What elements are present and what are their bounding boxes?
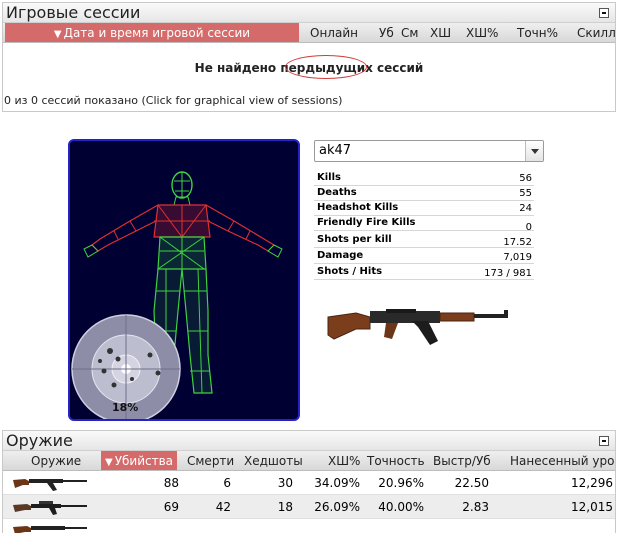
column-session-datetime[interactable]: ▼ Дата и время игровой сессии bbox=[5, 23, 299, 42]
sessions-count-line: 0 из 0 сессий показано (Click for graphi… bbox=[4, 94, 342, 107]
collapse-sessions-icon[interactable] bbox=[599, 8, 609, 18]
column-headshots[interactable]: Хедшоты bbox=[244, 451, 303, 470]
column-accuracy[interactable]: Точн% bbox=[517, 23, 558, 42]
rifle-weapon-icon bbox=[13, 526, 87, 533]
cell-headshots: 30 bbox=[277, 476, 293, 490]
weapon-select-value: ak47 bbox=[319, 143, 352, 158]
stat-label: Deaths bbox=[317, 187, 357, 198]
cell-damage: 12,015 bbox=[571, 500, 613, 514]
cell-hs-percent: 34.09% bbox=[314, 476, 360, 490]
sessions-title: Игровые сессии bbox=[6, 3, 141, 22]
table-row[interactable]: 88 6 30 34.09% 20.96% 22.50 12,296 bbox=[3, 471, 615, 495]
stat-label: Friendly Fire Kills bbox=[317, 217, 416, 228]
sort-desc-icon: ▼ bbox=[104, 457, 113, 468]
column-kills[interactable]: ▼ Убийства bbox=[101, 451, 177, 470]
sessions-table-header: ▼ Дата и время игровой сессии Онлайн Уб С… bbox=[3, 23, 615, 43]
ak47-weapon-icon bbox=[13, 479, 87, 491]
stat-label: Shots / Hits bbox=[317, 266, 383, 277]
stat-value: 17.52 bbox=[503, 237, 532, 248]
column-headshots[interactable]: ХШ bbox=[430, 23, 451, 42]
sort-desc-icon: ▼ bbox=[53, 29, 62, 40]
column-weapon[interactable]: Оружие bbox=[31, 451, 81, 470]
table-row-partial[interactable] bbox=[3, 519, 615, 533]
column-hs-percent[interactable]: ХШ% bbox=[466, 23, 498, 42]
stat-row-deaths: Deaths 55 bbox=[314, 186, 534, 201]
hitbox-model: 18% bbox=[68, 139, 300, 421]
cell-shots-per-kill: 2.83 bbox=[462, 500, 489, 514]
stat-row-shots-hits: Shots / Hits 173 / 981 bbox=[314, 265, 534, 280]
red-circle-annotation bbox=[285, 55, 367, 79]
stat-value: 173 / 981 bbox=[484, 268, 532, 279]
stat-value: 7,019 bbox=[503, 252, 532, 263]
weapon-stats-block: 18% ak47 Kills 56 Deaths 55 Headshot Kil… bbox=[60, 129, 560, 427]
cell-headshots: 18 bbox=[277, 500, 293, 514]
weapons-table-header: Оружие ▼ Убийства Смерти Хедшоты ХШ% Точн… bbox=[3, 451, 615, 471]
stat-row-shots-per-kill: Shots per kill 17.52 bbox=[314, 233, 534, 248]
stat-value: 55 bbox=[519, 188, 532, 199]
sessions-panel-header: Игровые сессии bbox=[3, 3, 615, 23]
rifle-weapon-icon bbox=[13, 501, 87, 515]
ak47-weapon-image bbox=[327, 309, 508, 345]
graphical-view-link[interactable]: (Click for graphical view of sessions) bbox=[142, 94, 343, 107]
weapons-panel-header: Оружие bbox=[3, 431, 615, 451]
cell-accuracy: 40.00% bbox=[378, 500, 424, 514]
weapon-select[interactable]: ak47 bbox=[314, 140, 544, 162]
column-deaths[interactable]: См bbox=[401, 23, 418, 42]
cell-kills: 88 bbox=[163, 476, 179, 490]
chevron-down-icon[interactable] bbox=[525, 141, 543, 161]
stat-label: Kills bbox=[317, 172, 341, 183]
cell-damage: 12,296 bbox=[571, 476, 613, 490]
table-row[interactable]: 69 42 18 26.09% 40.00% 2.83 12,015 bbox=[3, 495, 615, 519]
weapons-panel: Оружие Оружие ▼ Убийства Смерти Хедшоты Х… bbox=[2, 430, 616, 533]
column-online[interactable]: Онлайн bbox=[310, 23, 358, 42]
stat-row-headshot-kills: Headshot Kills 24 bbox=[314, 201, 534, 216]
cell-deaths: 6 bbox=[223, 476, 231, 490]
column-kills[interactable]: Уб bbox=[379, 23, 394, 42]
column-accuracy[interactable]: Точность bbox=[367, 451, 425, 470]
column-damage[interactable]: Нанесенный урон bbox=[510, 451, 615, 470]
stat-row-damage: Damage 7,019 bbox=[314, 249, 534, 264]
accuracy-percent: 18% bbox=[112, 401, 139, 414]
cell-kills: 69 bbox=[163, 500, 179, 514]
weapons-title: Оружие bbox=[6, 431, 73, 450]
stat-value: 0 bbox=[525, 222, 532, 233]
collapse-weapons-icon[interactable] bbox=[599, 436, 609, 446]
stat-row-friendly-fire: Friendly Fire Kills 0 bbox=[314, 216, 534, 233]
stat-label: Shots per kill bbox=[317, 234, 392, 245]
cell-hs-percent: 26.09% bbox=[314, 500, 360, 514]
sessions-count: 0 из 0 сессий показано bbox=[4, 94, 139, 107]
cell-accuracy: 20.96% bbox=[378, 476, 424, 490]
stat-row-kills: Kills 56 bbox=[314, 171, 534, 186]
column-skill[interactable]: Скилл bbox=[577, 23, 615, 42]
cell-deaths: 42 bbox=[215, 500, 231, 514]
stat-value: 56 bbox=[519, 173, 532, 184]
column-deaths[interactable]: Смерти bbox=[187, 451, 234, 470]
column-hs-percent[interactable]: ХШ% bbox=[328, 451, 360, 470]
player-mesh-figure bbox=[71, 171, 283, 419]
stat-value: 24 bbox=[519, 203, 532, 214]
stat-label: Damage bbox=[317, 250, 364, 261]
cell-shots-per-kill: 22.50 bbox=[454, 476, 489, 490]
column-shots-per-kill[interactable]: Выстр/Уб bbox=[433, 451, 491, 470]
stat-label: Headshot Kills bbox=[317, 202, 399, 213]
